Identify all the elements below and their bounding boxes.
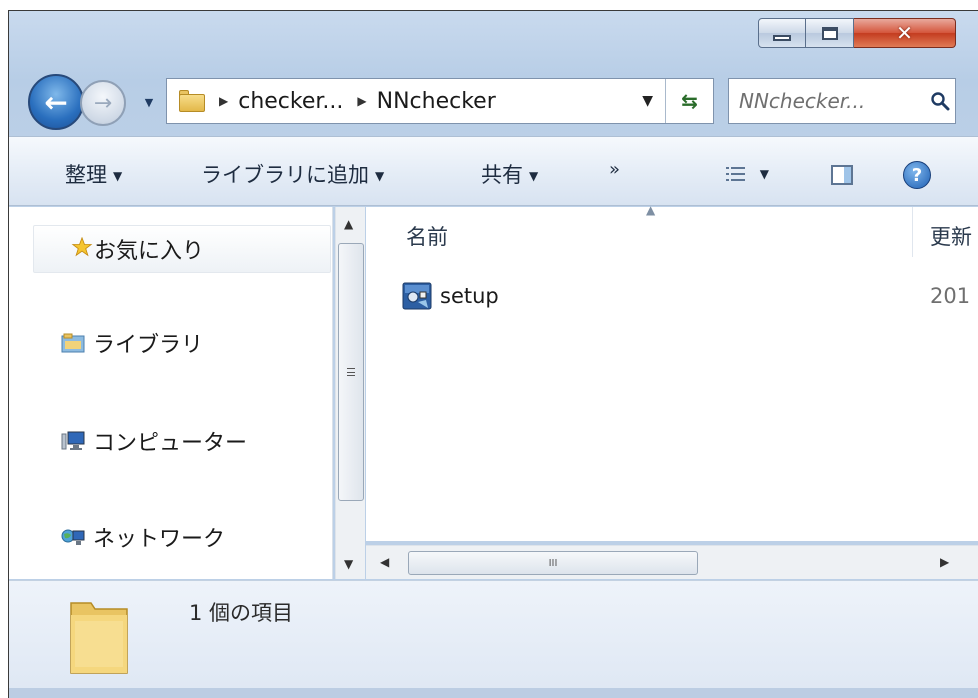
scroll-grip: III xyxy=(548,557,558,569)
scroll-right-icon[interactable]: ▶ xyxy=(940,555,949,569)
scroll-thumb[interactable]: III xyxy=(408,551,698,575)
file-name: setup xyxy=(440,284,499,308)
more-commands-button[interactable]: » xyxy=(609,159,620,180)
change-view-button[interactable]: ▼ xyxy=(725,161,769,185)
organize-label: 整理 xyxy=(65,163,107,187)
share-label: 共有 xyxy=(481,163,523,187)
help-icon[interactable]: ? xyxy=(903,161,931,189)
sidebar-item-label: コンピューター xyxy=(93,431,248,456)
recent-pages-button[interactable]: ▼ xyxy=(140,96,158,110)
sidebar-item-label: ネットワーク xyxy=(93,527,226,552)
details-pane: 1 個の項目 xyxy=(9,580,978,688)
refresh-icon: ⇆ xyxy=(681,89,698,113)
breadcrumb-checker[interactable]: checker... xyxy=(238,89,343,114)
command-bar: 整理 ▼ ライブラリに追加 ▼ 共有 ▼ » ▼ ? xyxy=(9,136,978,206)
sort-ascending-icon: ▲ xyxy=(646,203,656,217)
minimize-button[interactable] xyxy=(758,18,806,48)
file-row[interactable]: setup 201 xyxy=(402,279,972,313)
scroll-thumb[interactable] xyxy=(338,243,364,501)
address-bar[interactable]: ▶ checker... ▶ NNchecker ▼ ⇆ xyxy=(166,78,714,124)
chevron-down-icon: ▼ xyxy=(375,169,385,183)
scroll-left-icon[interactable]: ◀ xyxy=(380,555,389,569)
folder-icon xyxy=(179,90,205,112)
refresh-button[interactable]: ⇆ xyxy=(665,79,713,123)
back-arrow-icon: ← xyxy=(44,85,68,119)
help-glyph: ? xyxy=(911,164,923,186)
chevron-down-icon: ▼ xyxy=(759,167,769,181)
maximize-icon xyxy=(821,26,838,40)
breadcrumb-separator-icon[interactable]: ▶ xyxy=(219,94,228,108)
file-date: 201 xyxy=(930,284,971,308)
window-bottom-edge xyxy=(9,688,978,698)
breadcrumb-separator-icon[interactable]: ▶ xyxy=(357,94,366,108)
navigation-scrollbar[interactable]: ▲ ▼ xyxy=(335,207,365,579)
navigation-pane: お気に入り ライブラリ コンピューター ネットワーク xyxy=(9,207,333,579)
computer-icon xyxy=(61,431,85,450)
horizontal-scrollbar[interactable]: ◀ III ▶ xyxy=(366,545,978,579)
column-divider[interactable] xyxy=(912,207,913,257)
details-view-icon xyxy=(725,161,754,185)
sidebar-item-network[interactable]: ネットワーク xyxy=(9,513,329,561)
forward-button[interactable]: → xyxy=(80,80,126,126)
add-to-library-menu[interactable]: ライブラリに追加 ▼ xyxy=(201,159,384,189)
network-icon xyxy=(61,529,85,545)
more-icon: » xyxy=(609,159,621,180)
address-dropdown-icon[interactable]: ▼ xyxy=(642,93,653,109)
close-button[interactable]: ✕ xyxy=(854,18,956,48)
sidebar-item-label: ライブラリ xyxy=(93,333,204,358)
item-count: 1 個の項目 xyxy=(189,601,294,625)
close-icon: ✕ xyxy=(896,21,913,45)
installer-icon xyxy=(402,282,432,310)
breadcrumb-nnchecker[interactable]: NNchecker xyxy=(377,89,496,114)
preview-pane-icon[interactable] xyxy=(831,165,853,185)
chevron-down-icon: ▼ xyxy=(113,169,123,183)
scroll-down-icon[interactable]: ▼ xyxy=(344,557,353,571)
chevron-down-icon: ▼ xyxy=(144,96,154,109)
share-menu[interactable]: 共有 ▼ xyxy=(481,159,538,189)
minimize-icon xyxy=(773,35,791,41)
file-list: ▲ 名前 更新 setup 201 xyxy=(366,203,978,541)
add-to-library-label: ライブラリに追加 xyxy=(201,163,369,187)
chevron-down-icon: ▼ xyxy=(529,169,539,183)
sidebar-item-label: お気に入り xyxy=(94,239,205,264)
sidebar-item-favorites[interactable]: お気に入り xyxy=(33,225,331,273)
forward-arrow-icon: → xyxy=(93,90,113,116)
search-icon[interactable] xyxy=(925,91,955,111)
folder-icon xyxy=(70,602,128,674)
sidebar-item-libraries[interactable]: ライブラリ xyxy=(9,319,329,367)
library-icon xyxy=(61,333,85,353)
maximize-button[interactable] xyxy=(806,18,854,48)
search-input[interactable]: NNchecker... xyxy=(728,78,956,124)
column-header-modified[interactable]: 更新 xyxy=(930,221,972,251)
column-header-name[interactable]: 名前 xyxy=(406,221,448,251)
sidebar-item-computer[interactable]: コンピューター xyxy=(9,417,329,465)
organize-menu[interactable]: 整理 ▼ xyxy=(65,159,122,189)
search-placeholder: NNchecker... xyxy=(739,89,866,113)
scroll-up-icon[interactable]: ▲ xyxy=(344,217,353,231)
back-button[interactable]: ← xyxy=(28,74,84,130)
star-icon xyxy=(71,237,93,257)
